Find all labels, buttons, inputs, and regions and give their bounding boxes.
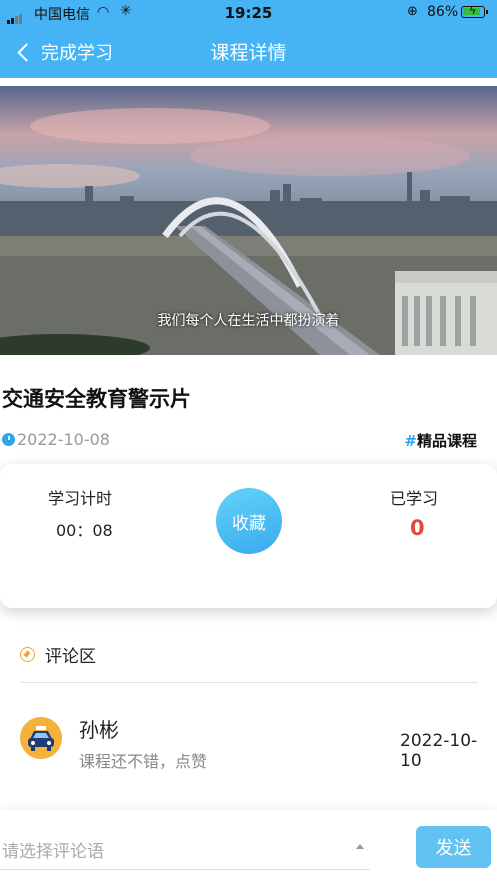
comment-text: 课程还不错，点赞 <box>79 752 208 771</box>
taxi-avatar-icon <box>20 717 62 759</box>
battery-percent: 86% <box>427 4 459 20</box>
comment-select-placeholder: 请选择评论语 <box>2 842 104 862</box>
comment-section-header: 评论区 <box>20 642 96 667</box>
status-time: 19:25 <box>224 4 273 22</box>
video-subtitle: 我们每个人在生活中都扮演着 <box>157 313 340 329</box>
comment-date: 2022-10-10 <box>400 731 478 771</box>
timer-label: 学习计时 <box>48 489 113 508</box>
comment-section-title: 评论区 <box>45 647 96 667</box>
studied-count: 0 <box>410 516 425 540</box>
send-button[interactable]: 发送 <box>416 826 491 868</box>
status-bar: 中国电信 ◠ ✳ 19:25 ⊕ 86% ϟ <box>0 0 497 26</box>
lock-rotation-icon: ⊕ <box>407 4 418 19</box>
tag-text: 精品课程 <box>416 432 477 450</box>
comment-select[interactable]: 请选择评论语 <box>0 833 370 870</box>
studied-label: 已学习 <box>390 489 439 508</box>
page-title: 课程详情 <box>210 42 287 64</box>
compass-icon <box>20 647 35 662</box>
course-date: 2022-10-08 <box>2 430 110 449</box>
divider <box>20 682 478 683</box>
avatar <box>20 717 62 759</box>
battery-icon: ϟ <box>461 4 488 18</box>
tag-hash: # <box>404 432 417 450</box>
course-tag: #精品课程 <box>404 430 477 451</box>
timer-value: 00：08 <box>56 521 113 540</box>
comment-username: 孙彬 <box>79 718 119 742</box>
clock-icon <box>2 433 15 446</box>
course-date-text: 2022-10-08 <box>17 430 110 449</box>
favorite-button[interactable]: 收藏 <box>216 488 282 554</box>
caret-up-icon <box>356 844 364 849</box>
video-player[interactable]: 我们每个人在生活中都扮演着 <box>0 86 497 355</box>
course-title: 交通安全教育警示片 <box>2 387 191 411</box>
